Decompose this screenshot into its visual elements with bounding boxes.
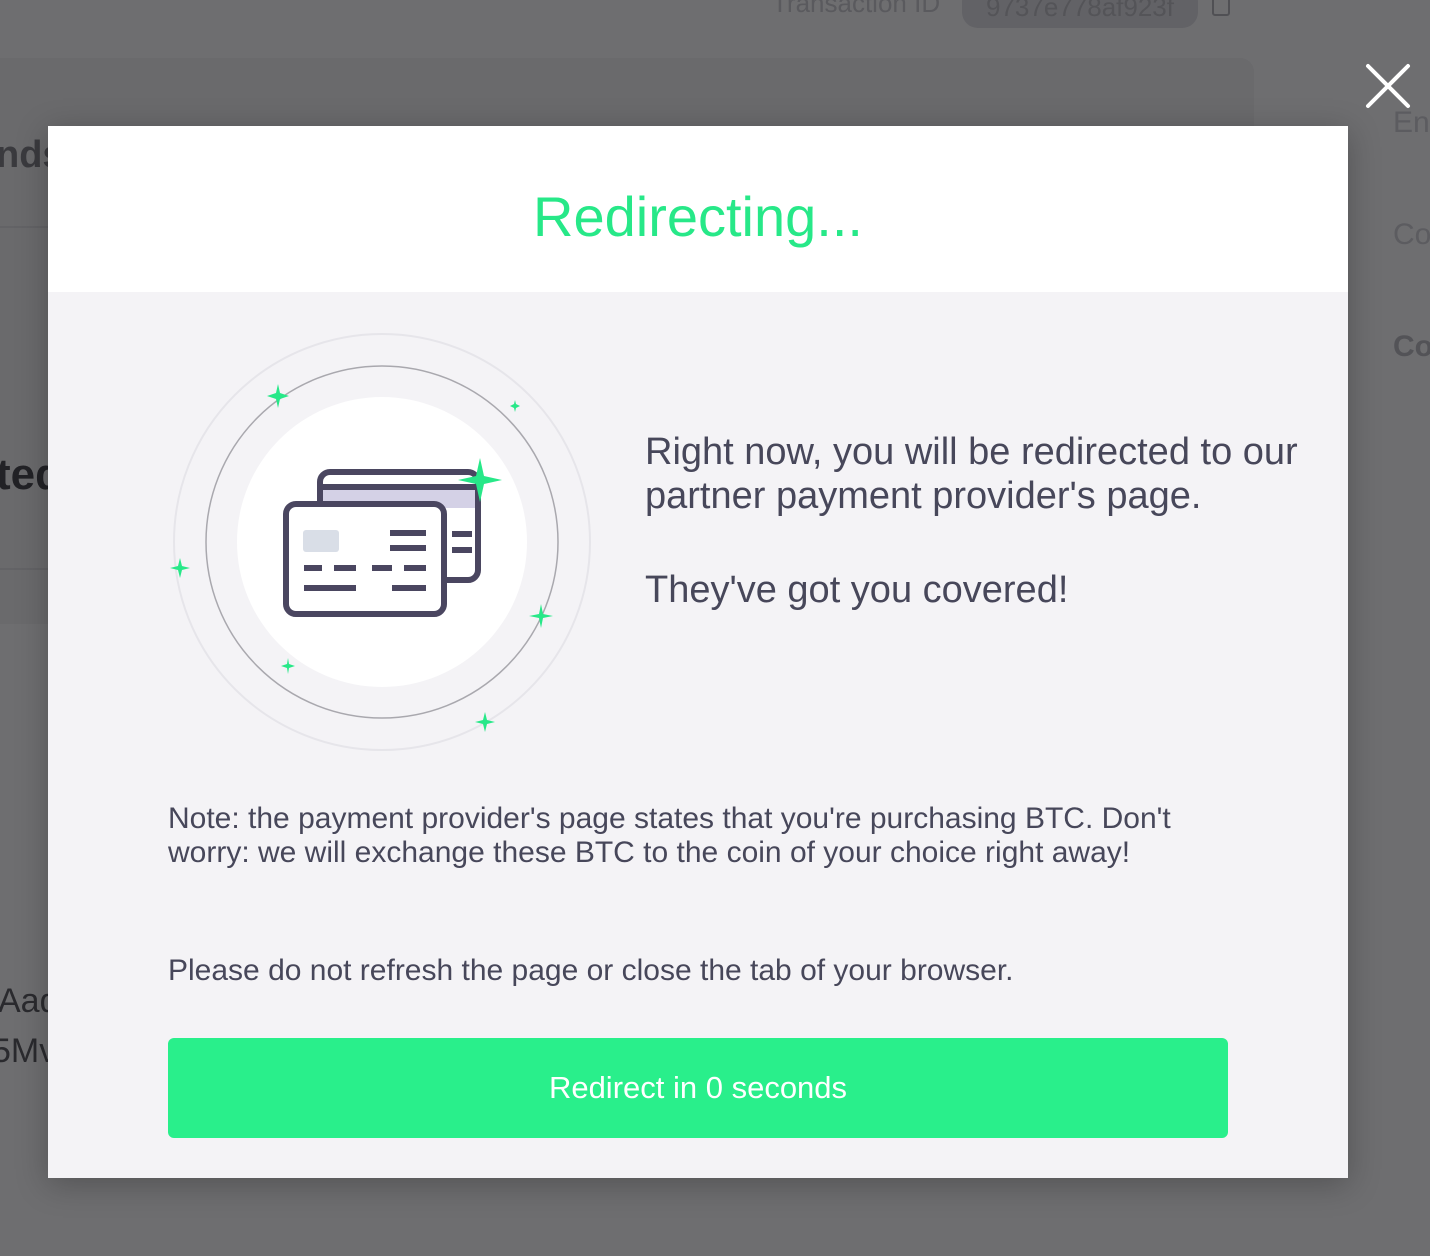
- close-button[interactable]: [1364, 62, 1412, 110]
- refresh-warning: Please do not refresh the page or close …: [168, 954, 1014, 987]
- credit-cards-icon: [170, 333, 591, 751]
- modal-header: Redirecting...: [48, 126, 1348, 292]
- background-right-label: Co: [1393, 218, 1430, 251]
- modal-title: Redirecting...: [533, 185, 863, 248]
- payment-illustration: [170, 330, 594, 754]
- redirect-button[interactable]: Redirect in 0 seconds: [168, 1038, 1228, 1138]
- background-right-label: Ent: [1393, 106, 1430, 139]
- transaction-id-value: 9737e778af923f: [962, 0, 1198, 28]
- background-divider: [0, 226, 48, 228]
- redirect-message-secondary: They've got you covered!: [645, 569, 1069, 611]
- redirect-message: Right now, you will be redirected to our…: [645, 430, 1305, 612]
- close-icon: [1366, 64, 1410, 108]
- redirect-message-primary: Right now, you will be redirected to our…: [645, 431, 1298, 517]
- btc-note: Note: the payment provider's page states…: [168, 802, 1171, 869]
- redirect-modal: Redirecting... Right now, you will be re…: [48, 126, 1348, 1178]
- background-divider: [0, 568, 48, 570]
- copy-icon: [1212, 0, 1230, 16]
- background-right-label: Co: [1393, 330, 1430, 363]
- transaction-id-label: Transaction ID: [772, 0, 941, 18]
